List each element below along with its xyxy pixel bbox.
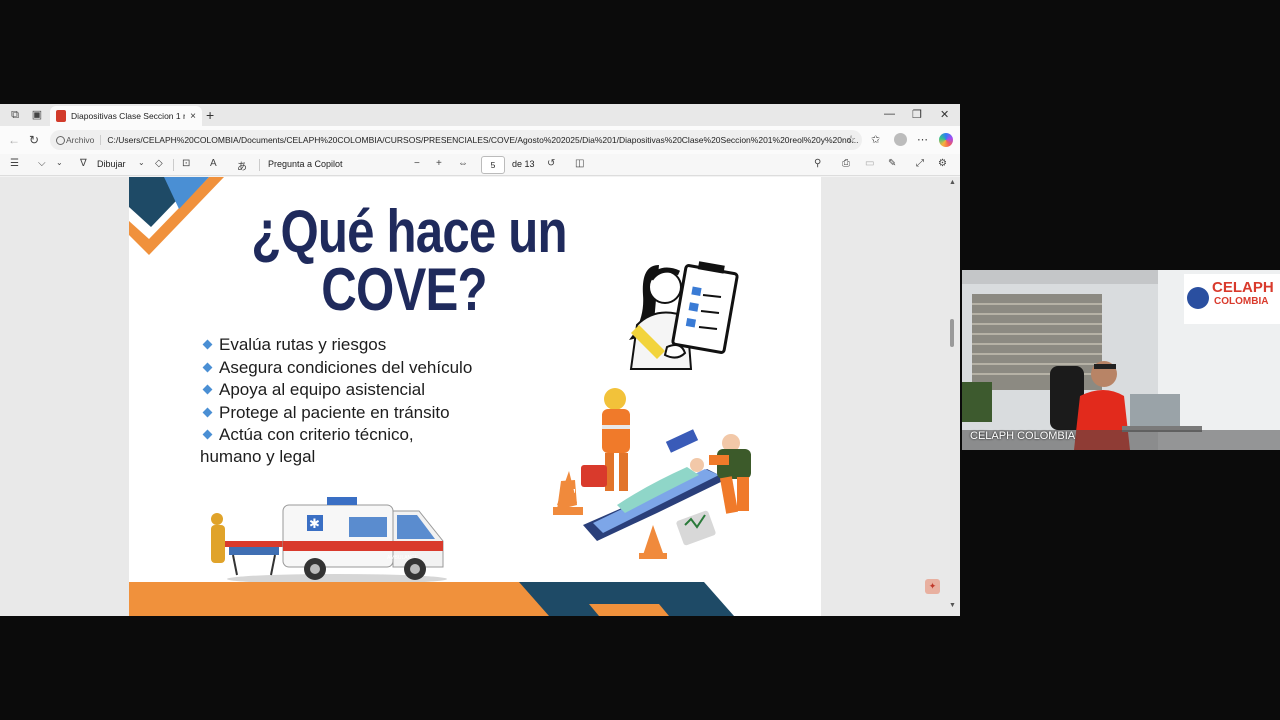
divider (173, 159, 174, 171)
webcam-video: CELAPH COLOMBIA (962, 270, 1280, 450)
participant-name: CELAPH COLOMBIA (970, 430, 1076, 442)
save-icon[interactable]: ▭ (865, 158, 874, 169)
bullet-list: Evalúa rutas y riesgos Asegura condicion… (201, 334, 541, 447)
profile-avatar[interactable] (894, 133, 907, 146)
pdf-toolbar: ☰ ⌵ ⌄ ∇ Dibujar ⌄ ◇ ⊡ A あ Pregunta a Cop… (0, 154, 960, 176)
new-tab-button[interactable]: + (206, 107, 214, 123)
bullet-item: Evalúa rutas y riesgos (201, 334, 541, 357)
translate-icon[interactable]: あ (237, 158, 247, 173)
settings-gear-icon[interactable]: ⚙ (938, 158, 947, 169)
bullet-item: Asegura condiciones del vehículo (201, 357, 541, 380)
save-as-icon[interactable]: ✎ (888, 158, 896, 169)
tab-active[interactable]: Diapositivas Clase Seccion 1 reol × (50, 106, 202, 126)
highlight-icon[interactable]: ⌵ (38, 158, 46, 169)
rescue-team-illustration (553, 388, 751, 559)
tab-bar: ⧉ ▣ Diapositivas Clase Seccion 1 reol × … (0, 104, 960, 126)
scroll-down-icon[interactable]: ▼ (949, 602, 956, 609)
logo-text-2: COLOMBIA (1214, 296, 1268, 307)
draw-icon[interactable]: ∇ (80, 158, 87, 169)
page-total: de 13 (512, 159, 535, 169)
workspaces-icon[interactable]: ⧉ (8, 108, 22, 122)
checklist-woman-illustration (629, 261, 739, 370)
close-window-icon[interactable]: ✕ (940, 108, 949, 121)
draw-label[interactable]: Dibujar (97, 159, 126, 169)
logo-text-1: CELAPH (1212, 279, 1274, 296)
eraser-icon[interactable]: ◇ (155, 158, 163, 169)
zoom-in-icon[interactable]: + (436, 158, 442, 169)
fullscreen-icon[interactable]: ⤢ (916, 158, 924, 169)
contents-icon[interactable]: ☰ (10, 158, 19, 169)
ambulance-illustration: ✱ AMBULANCE (211, 497, 447, 584)
back-icon[interactable]: ← (8, 133, 20, 147)
page-number-input[interactable]: 5 (481, 156, 505, 174)
minimize-icon[interactable]: — (884, 108, 895, 120)
text-box-icon[interactable]: ⊡ (182, 158, 190, 169)
refresh-icon[interactable]: ↻ (29, 133, 39, 147)
url-scheme-label: Archivo (56, 135, 102, 145)
scroll-thumb[interactable] (950, 319, 954, 347)
bullet-item: Apoya al equipo asistencial (201, 379, 541, 402)
pdf-viewer[interactable]: ¿Qué hace un COVE? Evalúa rutas y riesgo… (0, 177, 960, 616)
webcam-tile: CELAPH COLOMBIA CELAPH COLOMBIA (962, 270, 1280, 450)
zoom-out-icon[interactable]: − (414, 158, 420, 169)
bullet-item: Actúa con criterio técnico, (201, 424, 541, 447)
draw-chevron-icon[interactable]: ⌄ (138, 158, 145, 167)
acrobat-icon[interactable]: ✦ (925, 579, 940, 594)
divider (259, 159, 260, 171)
screen: ⧉ ▣ Diapositivas Clase Seccion 1 reol × … (0, 0, 1280, 720)
fit-page-icon[interactable]: ⇔ (458, 158, 468, 169)
address-bar[interactable]: Archivo C:/Users/CELAPH%20COLOMBIA/Docum… (50, 130, 862, 150)
vertical-scrollbar[interactable]: ▲ ▼ (946, 177, 958, 616)
read-aloud-icon[interactable]: A (210, 158, 217, 169)
copilot-icon[interactable] (939, 133, 953, 147)
search-icon[interactable]: ⚲ (814, 158, 821, 169)
tab-actions-icon[interactable]: ▣ (30, 108, 44, 122)
print-icon[interactable]: ⎙ (842, 158, 850, 169)
more-menu-icon[interactable]: ⋯ (917, 133, 928, 146)
pdf-file-icon (56, 110, 66, 122)
svg-text:✱: ✱ (309, 517, 320, 532)
close-tab-icon[interactable]: × (190, 111, 196, 122)
chevron-down-icon[interactable]: ⌄ (56, 158, 63, 167)
ask-copilot-button[interactable]: Pregunta a Copilot (268, 159, 343, 169)
slide-page: ¿Qué hace un COVE? Evalúa rutas y riesgo… (129, 177, 821, 616)
maximize-icon[interactable]: ❐ (912, 108, 922, 121)
slide-title-line2: COVE? (321, 256, 487, 323)
bottom-decoration-bar (129, 582, 734, 616)
rotate-icon[interactable]: ↺ (547, 158, 555, 169)
page-view-icon[interactable]: ◫ (575, 158, 584, 169)
bullet-item: Protege al paciente en tránsito (201, 402, 541, 425)
favorite-star-icon[interactable]: ☆ (846, 133, 856, 146)
tab-title: Diapositivas Clase Seccion 1 reol (71, 111, 186, 121)
browser-window: ⧉ ▣ Diapositivas Clase Seccion 1 reol × … (0, 104, 960, 616)
scroll-up-icon[interactable]: ▲ (949, 179, 956, 186)
address-bar-row: ← ↻ Archivo C:/Users/CELAPH%20COLOMBIA/D… (0, 126, 960, 154)
bullet-continuation: humano y legal (200, 447, 316, 466)
url-text[interactable]: C:/Users/CELAPH%20COLOMBIA/Documents/CEL… (107, 135, 862, 145)
favorites-icon[interactable]: ✩ (871, 133, 880, 146)
